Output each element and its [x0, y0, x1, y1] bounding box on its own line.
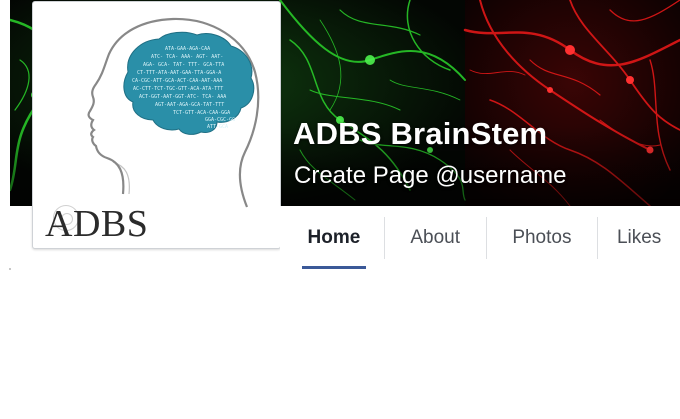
tab-photos[interactable]: Photos	[487, 206, 598, 270]
page-title[interactable]: ADBS BrainStem	[293, 116, 547, 152]
page-tabs: Home About Photos Likes	[280, 206, 680, 270]
tab-likes[interactable]: Likes	[598, 206, 680, 270]
logo-text: ADBS	[45, 203, 149, 245]
tab-about[interactable]: About	[385, 206, 486, 270]
tab-home[interactable]: Home	[302, 206, 366, 270]
create-username-link[interactable]: Create Page @username	[294, 162, 567, 190]
divider-dot	[9, 268, 11, 270]
profile-picture[interactable]: ATA-GAA-AGA-CAA ATC- TCA- AAA- AGT- AAT-…	[32, 1, 281, 249]
